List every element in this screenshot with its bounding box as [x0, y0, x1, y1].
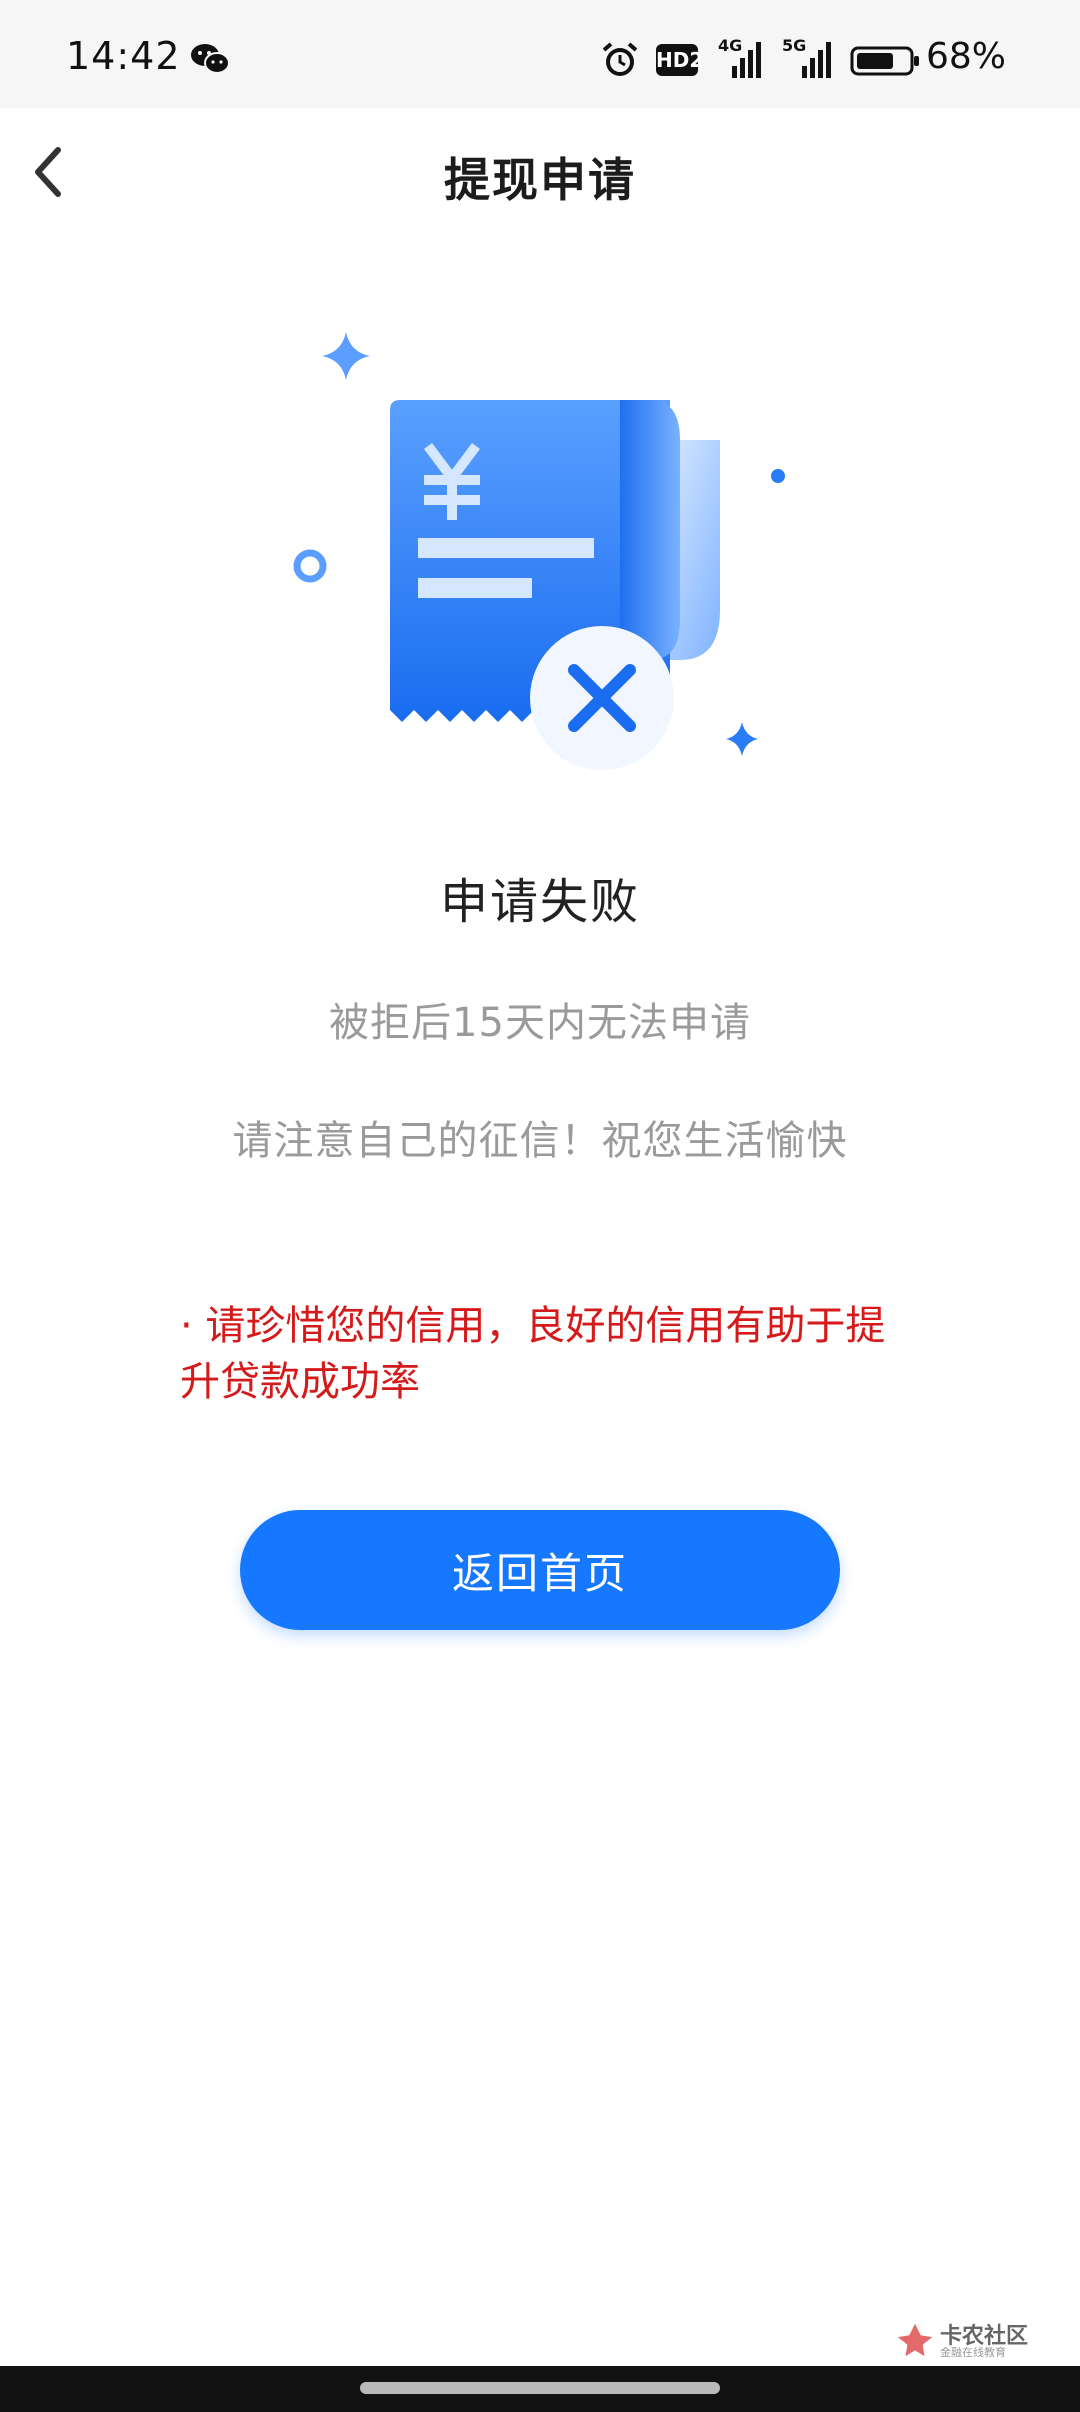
- ring-decoration: [293, 549, 327, 583]
- battery-percentage: 68%: [926, 36, 1007, 77]
- wechat-icon: [191, 44, 230, 74]
- nav-bar: 提现申请: [0, 108, 1080, 240]
- signal-5g-icon: [802, 42, 831, 78]
- status-bar: 14:42 HD2 4G 5G 68%: [0, 0, 1080, 108]
- watermark-logo-icon: [897, 2323, 933, 2357]
- home-indicator[interactable]: [360, 2382, 720, 2394]
- return-home-button[interactable]: 返回首页: [240, 1510, 840, 1630]
- page: 14:42 HD2 4G 5G 68% 提现申请 申请失败 被拒后15天内无法申…: [0, 0, 1080, 2412]
- watermark: 卡农社区 金融在线教育: [896, 2318, 1036, 2362]
- dot-decoration: [771, 469, 785, 483]
- result-title: 申请失败: [439, 874, 640, 930]
- sparkle-icon: [726, 722, 758, 756]
- alarm-icon: [602, 42, 638, 76]
- credit-reminder: 请注意自己的征信！祝您生活愉快: [232, 1118, 848, 1164]
- battery-icon: [850, 46, 919, 76]
- rejection-notice: 被拒后15天内无法申请: [329, 1000, 751, 1046]
- page-title: 提现申请: [444, 153, 636, 207]
- receipt-failed-illustration: [293, 332, 785, 770]
- signal-4g-icon: [732, 42, 761, 78]
- status-time: 14:42: [66, 34, 181, 78]
- credit-warning: · 请珍惜您的信用，良好的信用有助于提升贷款成功率: [180, 1303, 886, 1405]
- sparkle-icon: [322, 332, 370, 380]
- watermark-subtitle: 金融在线教育: [940, 2346, 1006, 2359]
- hd-icon: HD2: [656, 44, 703, 76]
